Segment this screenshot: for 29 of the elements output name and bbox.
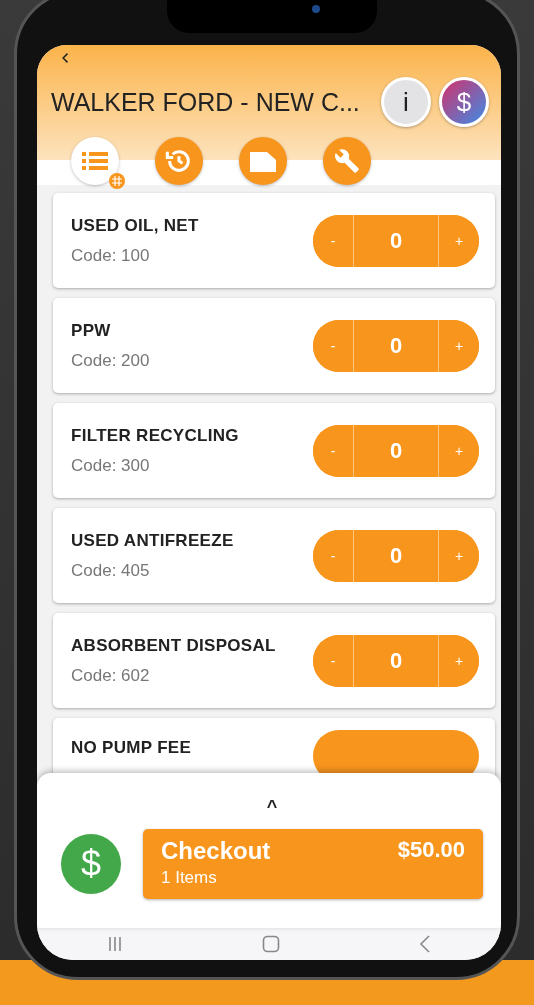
item-name: FILTER RECYCLING [71, 425, 240, 446]
list-icon [82, 151, 108, 171]
item-name: USED ANTIFREEZE [71, 530, 235, 551]
money-icon: $ [61, 834, 121, 894]
document-icon [250, 150, 276, 172]
document-tab[interactable] [239, 137, 287, 185]
wrench-icon [334, 148, 360, 174]
checkout-button[interactable]: Checkout $50.00 1 Items [143, 829, 483, 899]
camera-icon [312, 5, 320, 13]
grid-icon [109, 173, 125, 189]
item-name: PPW [71, 320, 112, 341]
history-icon [165, 147, 193, 175]
item-code: Code: 602 [71, 665, 151, 686]
list-tab[interactable] [71, 137, 119, 185]
info-button[interactable]: i [381, 77, 431, 127]
account-button[interactable]: $ [439, 77, 489, 127]
item-name: ABSORBENT DISPOSAL [71, 635, 277, 656]
item-code: Code: 405 [71, 560, 151, 581]
item-code: Code: 300 [71, 455, 151, 476]
item-name: NO PUMP FEE [71, 738, 193, 758]
item-code: Code: 200 [71, 350, 151, 371]
item-code: Code: 100 [71, 245, 151, 266]
expand-caret[interactable]: ^ [266, 797, 278, 819]
recent-apps-icon[interactable] [106, 936, 123, 952]
history-tab[interactable] [155, 137, 203, 185]
header-title: WALKER FORD - NEW C... [51, 87, 361, 117]
home-icon[interactable] [262, 935, 280, 953]
wrench-tab[interactable] [323, 137, 371, 185]
item-name: USED OIL, NET [71, 215, 200, 236]
